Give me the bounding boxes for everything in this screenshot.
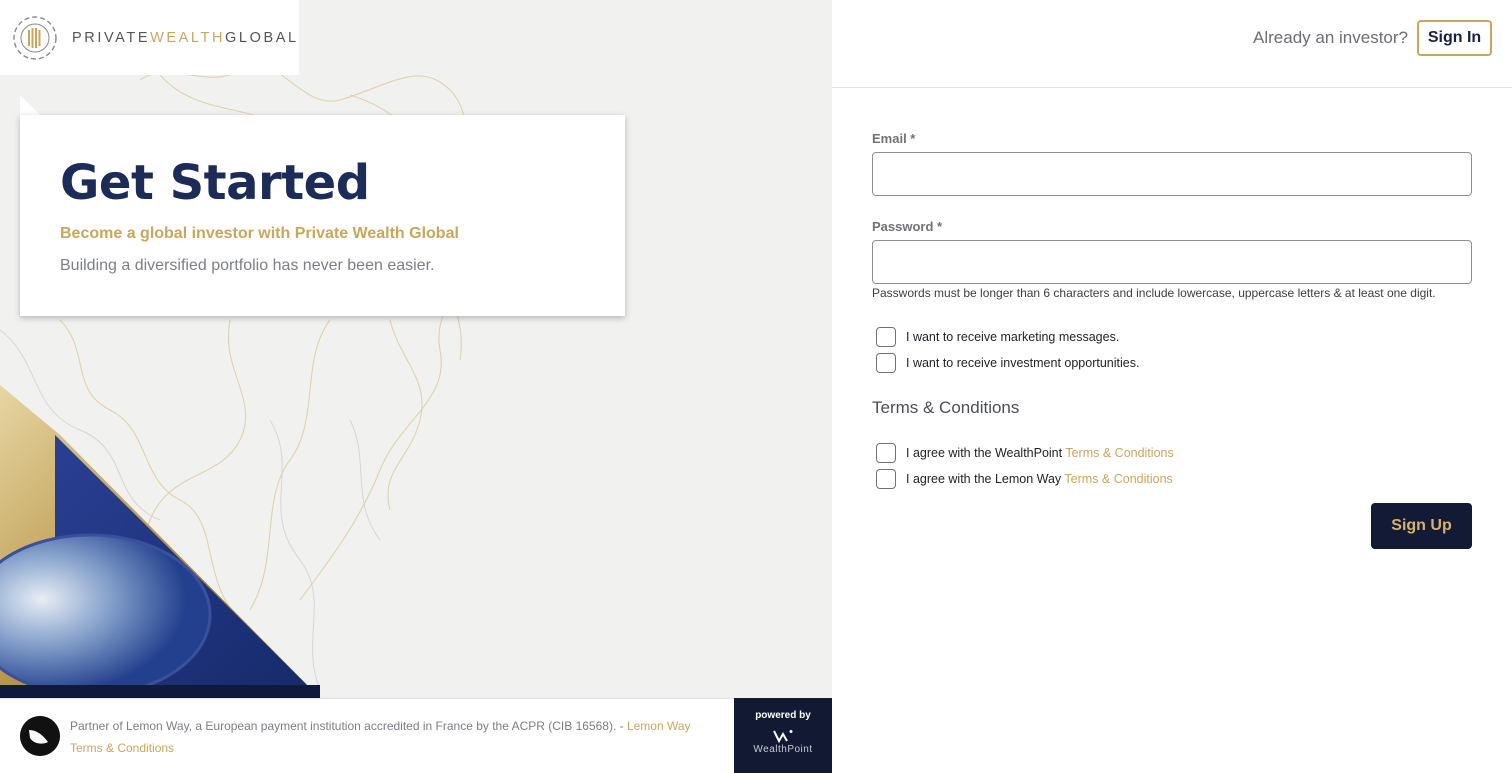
globe-logo-icon [13, 15, 57, 60]
email-label: Email * [872, 131, 916, 146]
lemon-way-logo-icon [20, 716, 60, 756]
hero-subtitle: Become a global investor with Private We… [60, 225, 459, 242]
password-input[interactable] [872, 240, 1472, 284]
marketing-option[interactable]: I want to receive marketing messages. [872, 324, 1472, 350]
hero-description: Building a diversified portfolio has nev… [60, 257, 435, 274]
password-label: Password * [872, 219, 943, 234]
signup-form: Email * Password * Passwords must be lon… [872, 131, 1472, 492]
right-panel: Already an investor? Sign In Email * Pas… [832, 0, 1512, 773]
investment-option[interactable]: I want to receive investment opportuniti… [872, 350, 1472, 376]
hero-card-notch [20, 95, 40, 115]
powered-by-badge[interactable]: powered by WealthPoint [734, 698, 832, 773]
brand-wordmark: PRIVATEWEALTHGLOBAL [72, 29, 299, 46]
password-hint: Passwords must be longer than 6 characte… [872, 286, 1436, 300]
wealthpoint-logo-icon [773, 730, 793, 743]
terms-section-title: Terms & Conditions [872, 398, 1020, 417]
sign-up-button[interactable]: Sign Up [1371, 503, 1472, 549]
left-panel: PRIVATEWEALTHGLOBAL Get Started Become a… [0, 0, 832, 773]
brand-logo[interactable]: PRIVATEWEALTHGLOBAL [0, 0, 299, 75]
footer-partner-text: Partner of Lemon Way, a European payment… [70, 719, 691, 755]
investment-checkbox[interactable] [876, 353, 896, 373]
wealthpoint-terms-checkbox[interactable] [876, 443, 896, 463]
lemonway-terms-checkbox[interactable] [876, 469, 896, 489]
footer: Partner of Lemon Way, a European payment… [0, 698, 734, 773]
marketing-checkbox[interactable] [876, 327, 896, 347]
already-investor-text: Already an investor? [1253, 28, 1408, 47]
hero-card: Get Started Become a global investor wit… [20, 115, 625, 316]
page-title: Get Started [60, 155, 370, 211]
email-input[interactable] [872, 152, 1472, 196]
lemonway-terms-link[interactable]: Terms & Conditions [1064, 472, 1172, 486]
wealthpoint-terms-link[interactable]: Terms & Conditions [1065, 446, 1173, 460]
wealthpoint-terms-option[interactable]: I agree with the WealthPoint Terms & Con… [872, 440, 1472, 466]
building-photo [0, 385, 320, 698]
header: Already an investor? Sign In [832, 0, 1512, 88]
sign-in-button[interactable]: Sign In [1417, 20, 1492, 56]
lemonway-terms-option[interactable]: I agree with the Lemon Way Terms & Condi… [872, 466, 1472, 492]
